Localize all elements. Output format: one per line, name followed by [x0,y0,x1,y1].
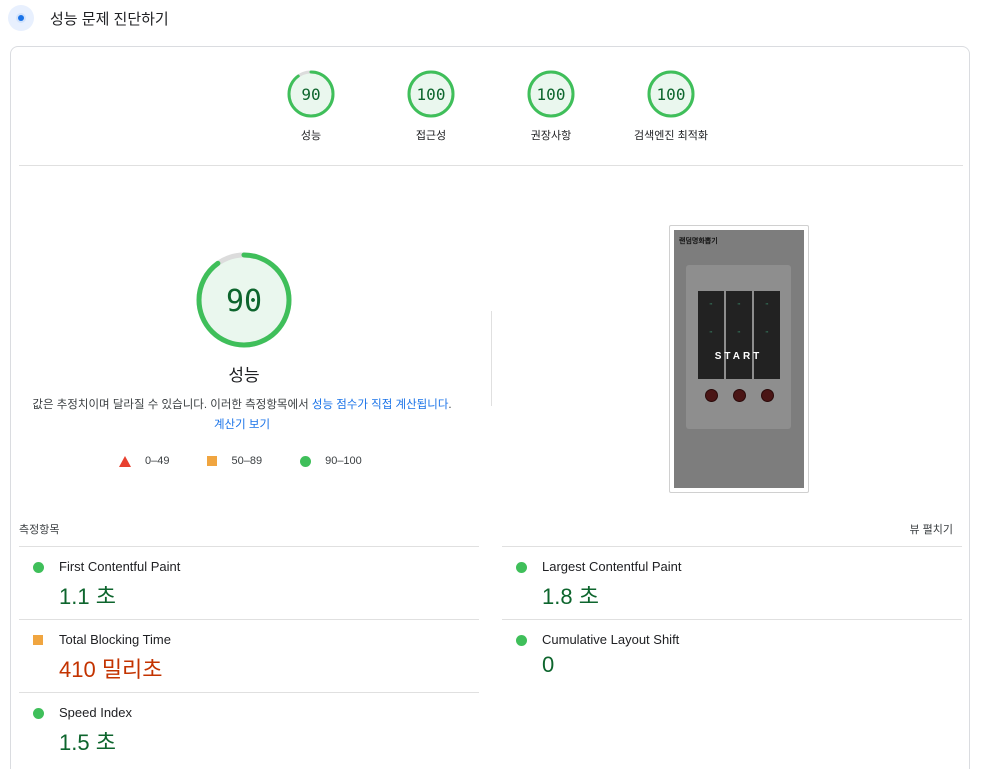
page-header: 성능 문제 진단하기 [8,4,169,32]
screenshot-image: 랜덤명화뽑기 ▪▪ ▪▪ ▪▪ ▪▪ ▪▪ ▪▪ START [674,230,804,488]
desc-text: 값은 추정치이며 달라질 수 있습니다. 이러한 측정항목에서 [32,399,312,411]
page-title: 성능 문제 진단하기 [50,10,169,28]
legend-range: 0–49 [145,455,170,467]
performance-score: 90 [226,284,262,319]
section-divider [19,165,963,166]
legend-pass: 90–100 [300,455,362,467]
average-square-icon [33,635,43,645]
reel: ▪▪ ▪▪ [754,291,780,379]
pass-circle-icon [516,635,527,646]
metric-value: 410 밀리초 [59,657,163,682]
slot-button [761,389,774,402]
gauge-ring: 100 [647,70,695,118]
gauge-label: 성능 [300,130,322,142]
legend-range: 50–89 [231,455,263,467]
gauge-accessibility[interactable]: 100 접근성 [371,69,491,143]
metric-fcp: First Contentful Paint 1.1 초 [19,546,479,619]
vertical-divider [491,311,492,406]
pass-circle-icon [516,562,527,573]
performance-gauge: 90 [196,252,292,348]
gauge-score: 90 [301,85,320,104]
gauge-label: 검색엔진 최적화 [634,130,708,142]
score-description: 값은 추정치이며 달라질 수 있습니다. 이러한 측정항목에서 성능 점수가 직… [31,395,453,435]
metric-name: Cumulative Layout Shift [542,632,680,647]
metric-si: Speed Index 1.5 초 [19,692,479,765]
legend-fail: 0–49 [119,455,169,467]
desc-text: . [448,399,452,411]
screenshot-title: 랜덤명화뽑기 [679,238,718,245]
metric-cls: Cumulative Layout Shift 0 [502,619,962,692]
gauge-seo[interactable]: 100 검색엔진 최적화 [611,69,731,143]
score-legend: 0–49 50–89 90–100 [119,453,400,469]
category-gauges: 90 성능 100 접근성 100 권장사항 100 검색엔진 최적화 [281,69,741,149]
score-calc-link[interactable]: 성능 점수가 직접 계산됩니다 [312,399,449,411]
gauge-ring: 100 [407,70,455,118]
gauge-label: 접근성 [415,130,447,142]
metric-tbt: Total Blocking Time 410 밀리초 [19,619,479,692]
metric-lcp: Largest Contentful Paint 1.8 초 [502,546,962,619]
metric-name: Speed Index [59,705,133,720]
lighthouse-icon [8,5,34,31]
metric-name: Total Blocking Time [59,632,171,647]
slot-machine: ▪▪ ▪▪ ▪▪ ▪▪ ▪▪ ▪▪ START [686,265,791,429]
legend-range: 90–100 [325,455,362,467]
slot-button [705,389,718,402]
metric-value: 1.1 초 [59,584,116,609]
reel: ▪▪ ▪▪ [698,291,724,379]
gauge-label: 권장사항 [530,130,572,142]
gauge-score: 100 [537,85,566,104]
pass-circle-icon [33,562,44,573]
metric-value: 0 [542,652,555,677]
square-icon [207,456,218,466]
gauge-ring: 90 [287,70,335,118]
legend-average: 50–89 [207,455,262,467]
calculator-link[interactable]: 계산기 보기 [214,419,270,431]
gauge-score: 100 [417,85,446,104]
gauge-ring: 100 [527,70,575,118]
metric-name: Largest Contentful Paint [542,559,682,574]
triangle-icon [119,455,131,467]
gauge-performance[interactable]: 90 성능 [251,69,371,143]
gauge-best-practices[interactable]: 100 권장사항 [491,69,611,143]
expand-view-toggle[interactable]: 뷰 펼치기 [909,521,953,537]
metric-value: 1.5 초 [59,730,116,755]
reel: ▪▪ ▪▪ [726,291,752,379]
metric-name: First Contentful Paint [59,559,181,574]
start-text: START [714,351,763,362]
pass-circle-icon [33,708,44,719]
performance-label: 성능 [228,366,260,385]
report-card: 90 성능 100 접근성 100 권장사항 100 검색엔진 최적화 90 성… [10,46,970,769]
circle-icon [300,455,312,467]
metrics-title: 측정항목 [19,524,60,536]
slot-button [733,389,746,402]
final-screenshot[interactable]: 랜덤명화뽑기 ▪▪ ▪▪ ▪▪ ▪▪ ▪▪ ▪▪ START [669,225,809,493]
metric-value: 1.8 초 [542,584,599,609]
gauge-score: 100 [657,85,686,104]
